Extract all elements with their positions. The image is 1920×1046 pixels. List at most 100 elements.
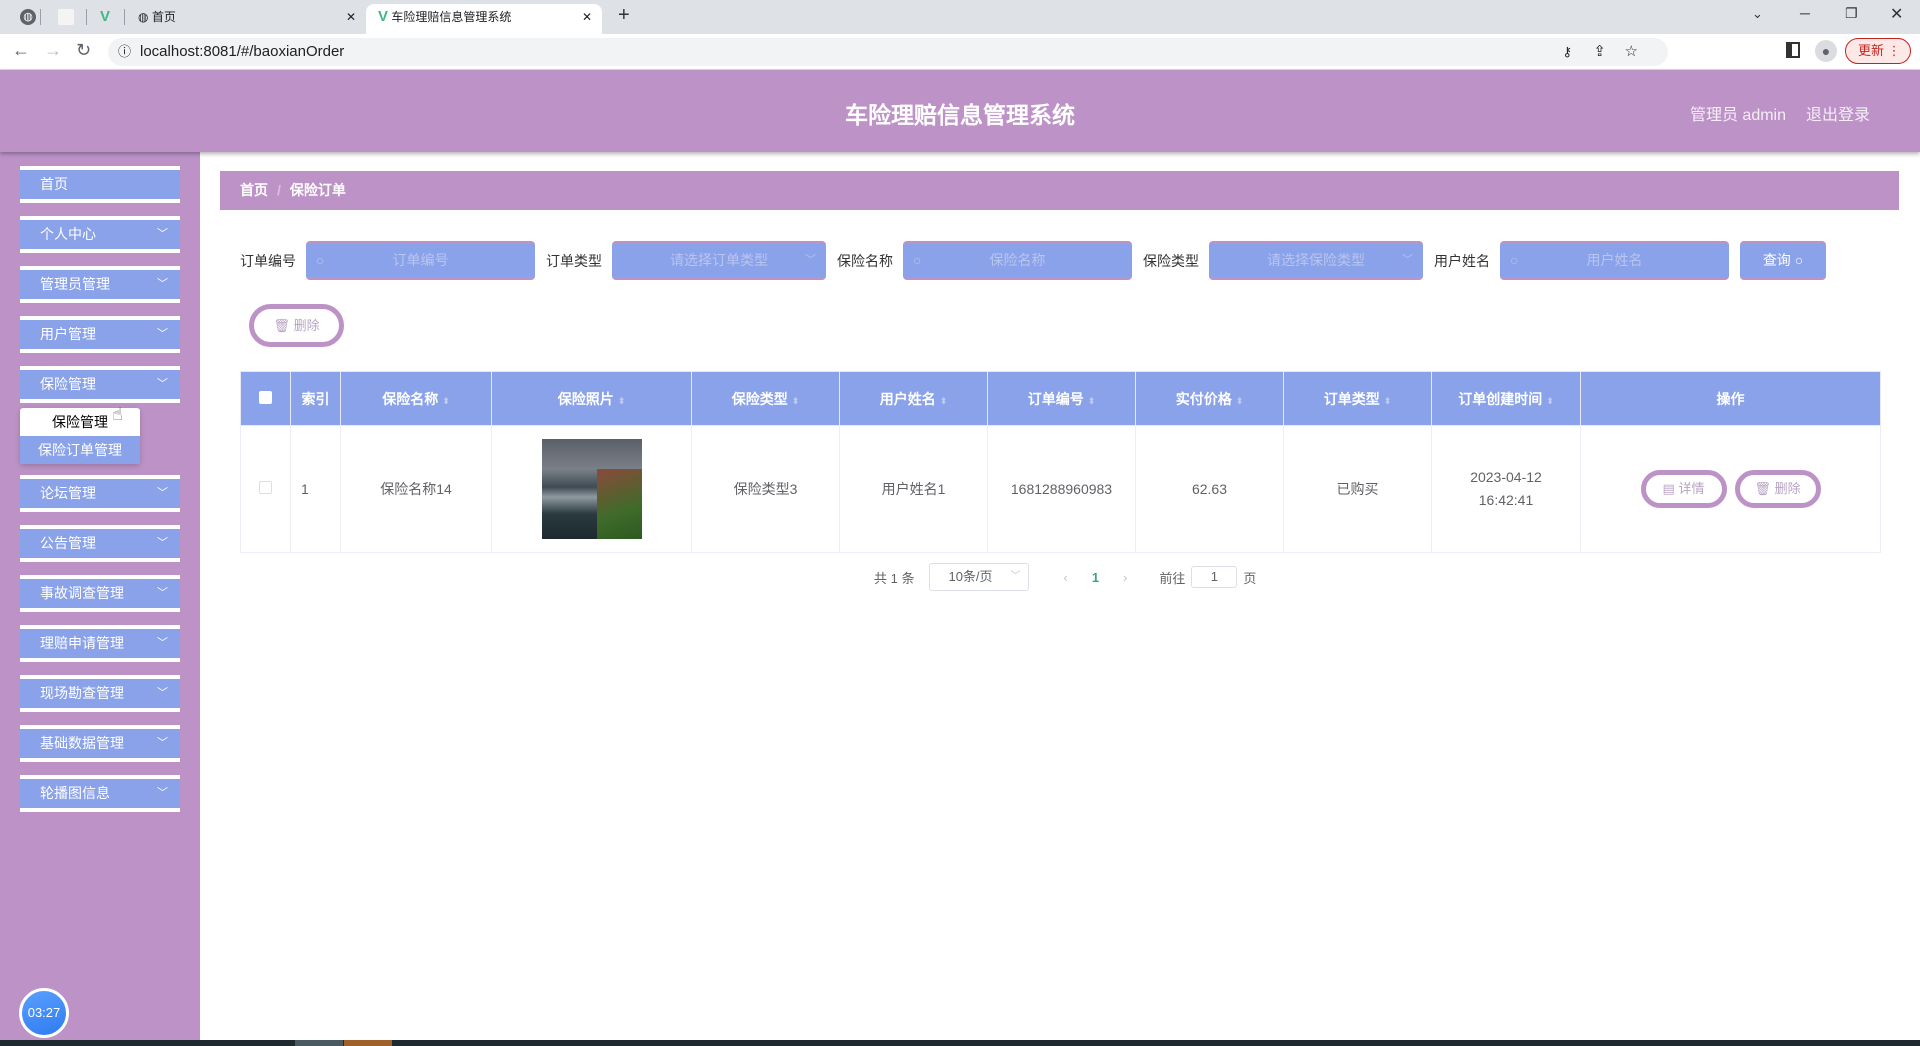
col-user-name[interactable]: 用户姓名 ⬍ bbox=[839, 371, 988, 426]
goto-page-input[interactable]: 1 bbox=[1191, 566, 1238, 588]
delete-label: 删除 bbox=[293, 318, 320, 333]
query-label: 查询 bbox=[1762, 252, 1791, 268]
logout-link[interactable]: 退出登录 bbox=[1806, 101, 1870, 125]
order-type-select[interactable]: 请选择订单类型 ﹀ bbox=[612, 241, 826, 280]
profile-icon[interactable]: ● bbox=[1815, 40, 1837, 62]
chevron-down-icon: ﹀ bbox=[157, 687, 168, 699]
sidebar-item-label: 用户管理 bbox=[40, 326, 96, 342]
insurance-photo[interactable] bbox=[541, 439, 642, 539]
insurance-type-label: 保险类型 bbox=[1143, 252, 1199, 269]
insurance-name-input[interactable]: ○ 保险名称 bbox=[903, 241, 1132, 280]
sidebar: 首页 个人中心 ﹀ 管理员管理 ﹀ 用户管理 ﹀ 保险管理 ﹀ 论坛管理 ﹀ 公告管理 ﹀ … bbox=[0, 152, 200, 1040]
sort-icon[interactable]: ⬍ bbox=[940, 396, 948, 406]
detail-button[interactable]: ▤ 详情 bbox=[1640, 470, 1727, 508]
row-checkbox[interactable] bbox=[259, 481, 272, 494]
taskbar bbox=[0, 1040, 1920, 1046]
col-insurance-type[interactable]: 保险类型 ⬍ bbox=[691, 371, 840, 426]
tab-label: 车险理赔信息管理系统 bbox=[391, 10, 512, 24]
user-name-label: 用户姓名 bbox=[1434, 252, 1490, 269]
sort-icon[interactable]: ⬍ bbox=[792, 396, 800, 406]
chevron-down-icon: ﹀ bbox=[157, 637, 168, 649]
vue-tab[interactable]: V bbox=[100, 4, 110, 34]
url-input[interactable]: ⓘ localhost:8081/#/baoxianOrder ⚷ ⇪ ☆ bbox=[108, 38, 1668, 66]
col-price[interactable]: 实付价格 ⬍ bbox=[1135, 371, 1284, 426]
sort-icon[interactable]: ⬍ bbox=[1236, 396, 1244, 406]
hand-cursor-icon: ☝ bbox=[112, 404, 123, 424]
cell-order-no: 1681288960983 bbox=[987, 425, 1136, 553]
restore-icon[interactable]: ❐ bbox=[1845, 5, 1858, 22]
sidebar-item-basedata[interactable]: 基础数据管理 ﹀ bbox=[20, 725, 180, 762]
sidebar-item-claims[interactable]: 理赔申请管理 ﹀ bbox=[20, 625, 180, 662]
insurance-type-select[interactable]: 请选择保险类型 ﹀ bbox=[1209, 241, 1423, 280]
sort-icon[interactable]: ⬍ bbox=[1546, 396, 1554, 406]
sidebar-item-admin[interactable]: 管理员管理 ﹀ bbox=[20, 266, 180, 303]
sidebar-item-label: 事故调查管理 bbox=[40, 585, 124, 601]
close-icon[interactable]: ✕ bbox=[582, 4, 592, 30]
taskbar-item[interactable] bbox=[295, 1040, 343, 1046]
sidebar-item-notice[interactable]: 公告管理 ﹀ bbox=[20, 525, 180, 562]
chevron-down-icon: ﹀ bbox=[157, 378, 168, 390]
user-name-input[interactable]: ○ 用户姓名 bbox=[1500, 241, 1729, 280]
next-page-icon[interactable]: › bbox=[1123, 570, 1127, 585]
tab-active[interactable]: V 车险理赔信息管理系统 ✕ bbox=[366, 4, 602, 34]
sort-icon[interactable]: ⬍ bbox=[1384, 396, 1392, 406]
sidebar-item-users[interactable]: 用户管理 ﹀ bbox=[20, 316, 180, 353]
table-row: 1 保险名称14 保险类型3 用户姓名1 1681288960983 62.63… bbox=[240, 425, 1881, 553]
sidebar-item-insurance[interactable]: 保险管理 ﹀ bbox=[20, 366, 180, 403]
sidebar-panel-icon[interactable] bbox=[1786, 42, 1800, 58]
page-icon[interactable] bbox=[58, 9, 74, 25]
cell-insurance-name: 保险名称14 bbox=[340, 425, 492, 553]
taskbar-item[interactable] bbox=[344, 1040, 392, 1046]
close-icon[interactable]: ✕ bbox=[346, 4, 356, 30]
col-insurance-name[interactable]: 保险名称 ⬍ bbox=[340, 371, 492, 426]
divider bbox=[86, 9, 87, 25]
col-order-type[interactable]: 订单类型 ⬍ bbox=[1283, 371, 1432, 426]
trash-icon: 🗑︎ bbox=[1754, 481, 1771, 496]
new-tab-icon[interactable]: + bbox=[618, 4, 630, 27]
breadcrumb-home[interactable]: 首页 bbox=[240, 182, 268, 198]
share-icon[interactable]: ⇪ bbox=[1593, 38, 1606, 66]
sidebar-item-profile[interactable]: 个人中心 ﹀ bbox=[20, 216, 180, 253]
minimize-icon[interactable]: ─ bbox=[1800, 5, 1810, 21]
reload-icon[interactable]: ↻ bbox=[76, 40, 91, 61]
sidebar-item-survey[interactable]: 现场勘查管理 ﹀ bbox=[20, 675, 180, 712]
prev-page-icon[interactable]: ‹ bbox=[1063, 570, 1067, 585]
search-icon: ○ bbox=[913, 252, 922, 268]
query-button[interactable]: 查询 ○ bbox=[1740, 241, 1826, 280]
chevron-down-icon[interactable]: ⌄ bbox=[1752, 6, 1763, 22]
key-icon[interactable]: ⚷ bbox=[1562, 38, 1572, 66]
breadcrumb: 首页 / 保险订单 bbox=[220, 171, 1899, 210]
sidebar-item-home[interactable]: 首页 bbox=[20, 166, 180, 203]
search-icon: ○ bbox=[1794, 252, 1804, 268]
page-size-select[interactable]: 10条/页 ﹀ bbox=[929, 563, 1030, 591]
back-icon[interactable]: ← bbox=[12, 40, 30, 61]
col-insurance-photo[interactable]: 保险照片 ⬍ bbox=[491, 371, 692, 426]
insurance-name-label: 保险名称 bbox=[837, 252, 893, 269]
select-all-checkbox[interactable] bbox=[259, 390, 272, 404]
row-delete-button[interactable]: 🗑︎ 删除 bbox=[1734, 470, 1821, 508]
page-number[interactable]: 1 bbox=[1092, 570, 1099, 585]
col-order-no[interactable]: 订单编号 ⬍ bbox=[987, 371, 1136, 426]
sidebar-item-accident[interactable]: 事故调查管理 ﹀ bbox=[20, 575, 180, 612]
close-window-icon[interactable]: ✕ bbox=[1890, 4, 1903, 24]
sort-icon[interactable]: ⬍ bbox=[442, 396, 450, 406]
tab-home[interactable]: ◍ 首页 ✕ bbox=[134, 4, 364, 34]
sidebar-item-label: 轮播图信息 bbox=[40, 785, 110, 801]
sort-icon[interactable]: ⬍ bbox=[1088, 396, 1096, 406]
app-header: 车险理赔信息管理系统 管理员 admin 退出登录 bbox=[0, 70, 1920, 152]
globe-icon[interactable]: ◍ bbox=[20, 9, 36, 25]
batch-delete-button[interactable]: 🗑︎ 删除 bbox=[249, 304, 344, 347]
col-created[interactable]: 订单创建时间 ⬍ bbox=[1431, 371, 1581, 426]
sidebar-item-forum[interactable]: 论坛管理 ﹀ bbox=[20, 475, 180, 512]
sidebar-item-carousel[interactable]: 轮播图信息 ﹀ bbox=[20, 775, 180, 812]
star-icon[interactable]: ☆ bbox=[1625, 38, 1638, 66]
submenu-item-insurance-order[interactable]: 保险订单管理 bbox=[20, 436, 140, 464]
header-label: 保险名称 bbox=[382, 390, 439, 407]
order-no-label: 订单编号 bbox=[240, 252, 296, 269]
search-icon: ○ bbox=[1510, 252, 1519, 268]
order-no-input[interactable]: ○ 订单编号 bbox=[306, 241, 535, 280]
forward-icon[interactable]: → bbox=[44, 40, 62, 61]
sort-icon[interactable]: ⬍ bbox=[618, 396, 626, 406]
cell-actions: ▤ 详情 🗑︎ 删除 bbox=[1580, 425, 1881, 553]
update-button[interactable]: 更新 ⋮ bbox=[1845, 38, 1911, 64]
